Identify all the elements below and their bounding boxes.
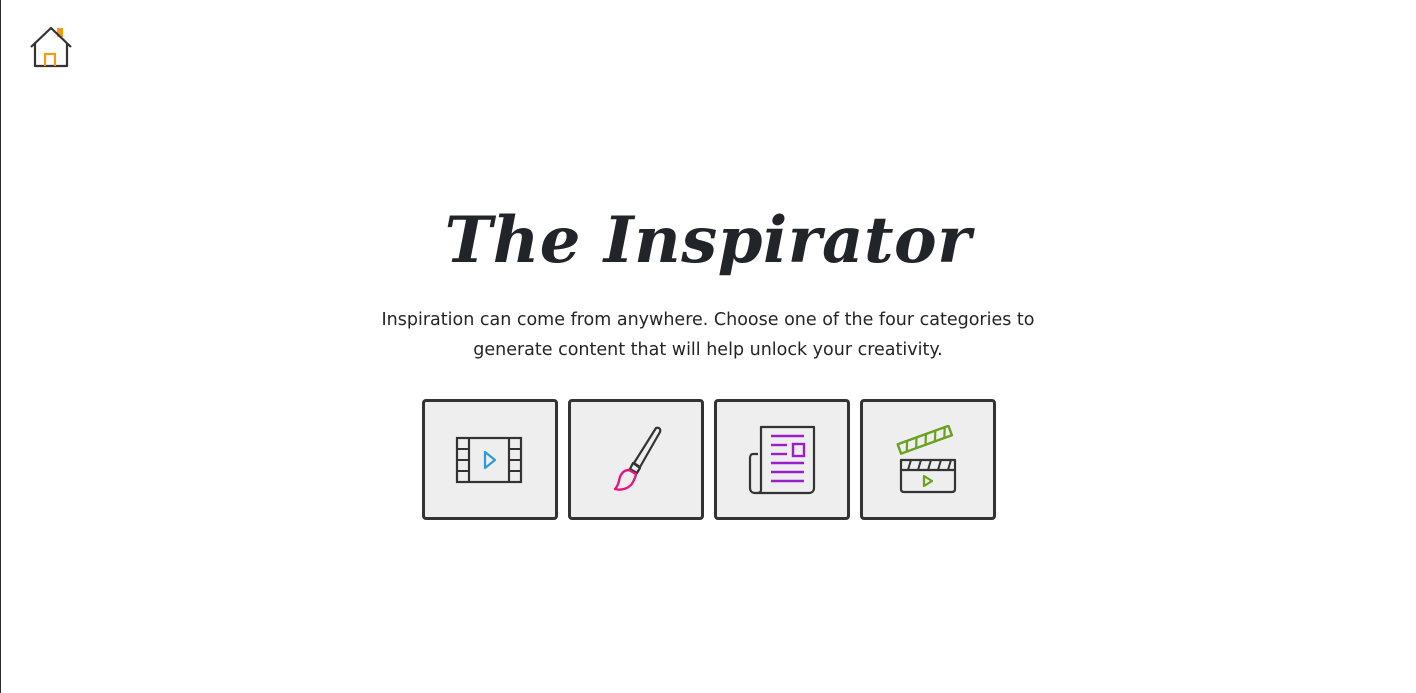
paintbrush-icon <box>613 426 662 491</box>
movie-category-button[interactable] <box>860 399 996 520</box>
clapperboard-icon <box>896 424 957 493</box>
video-category-button[interactable] <box>422 399 558 520</box>
article-category-button[interactable] <box>714 399 850 520</box>
home-icon <box>30 26 72 68</box>
page-subtitle: Inspiration can come from anywhere. Choo… <box>381 310 1035 360</box>
newspaper-icon <box>748 425 816 494</box>
page-title: The Inspirator <box>444 203 972 278</box>
window-left-border <box>0 0 1 693</box>
home-button[interactable] <box>28 24 74 70</box>
category-buttons <box>422 399 996 520</box>
film-strip-icon <box>455 436 523 483</box>
art-category-button[interactable] <box>568 399 704 520</box>
